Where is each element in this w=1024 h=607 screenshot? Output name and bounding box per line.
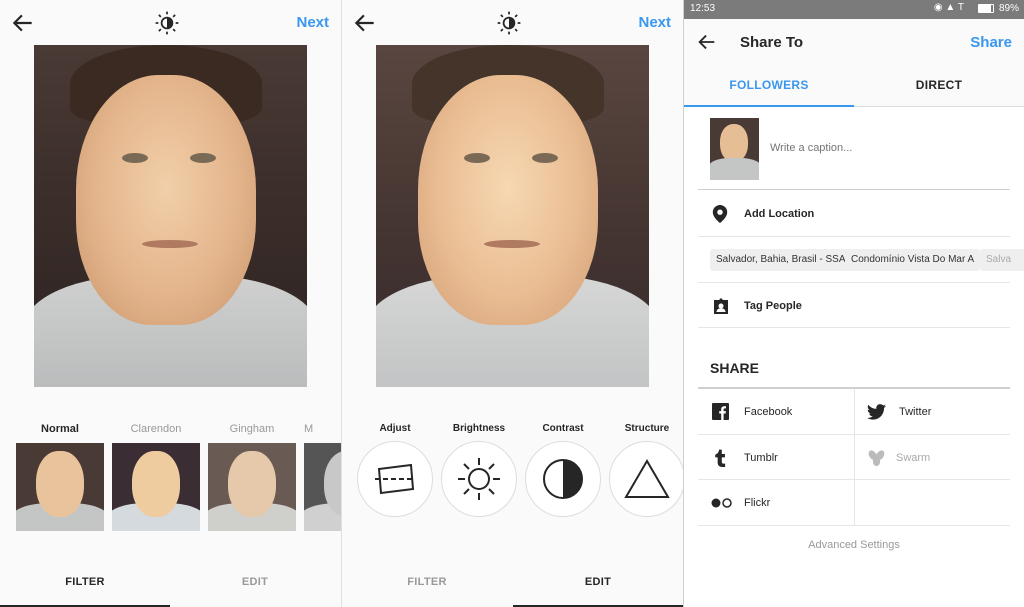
filter-thumbnail[interactable] <box>208 443 296 531</box>
filter-label: Gingham <box>229 423 275 435</box>
divider <box>698 434 1010 435</box>
tab-filter[interactable]: FILTER <box>0 576 170 588</box>
location-chip[interactable]: Salvador, Bahia, Brasil - SSA <box>710 249 852 271</box>
tab-direct[interactable]: DIRECT <box>854 78 1024 92</box>
tool-adjust[interactable]: Adjust <box>356 423 434 517</box>
bottom-tab-bar: FILTER EDIT <box>342 562 683 607</box>
divider <box>698 236 1010 237</box>
next-button[interactable]: Next <box>638 14 671 31</box>
edit-screen: Next Adjust Brightness Contrast Structur… <box>341 0 683 607</box>
divider <box>698 189 1010 190</box>
adjust-icon[interactable] <box>357 441 433 517</box>
status-bar: 12:53 ◉ ▲ T 89% <box>684 0 1024 19</box>
tool-label: Contrast <box>542 423 584 434</box>
facebook-icon <box>712 403 729 420</box>
divider <box>698 327 1010 328</box>
tag-person-icon <box>714 298 728 314</box>
page-title: Share To <box>740 34 804 51</box>
filter-screen: Next Normal Clarendon Gingham M FILTER E… <box>0 0 341 607</box>
photo-preview <box>376 45 649 387</box>
divider <box>698 525 1010 526</box>
add-location-button[interactable]: Add Location <box>744 208 814 220</box>
battery-icon <box>978 4 994 13</box>
divider <box>698 282 1010 283</box>
share-screen: 12:53 ◉ ▲ T 89% Share To Share FOLLOWERS… <box>683 0 1024 607</box>
active-tab-indicator <box>684 105 854 107</box>
tumblr-icon <box>715 449 726 467</box>
brightness-icon[interactable] <box>441 441 517 517</box>
post-thumbnail <box>710 118 759 180</box>
share-target-label: Flickr <box>744 497 771 509</box>
top-bar: Next <box>0 0 341 45</box>
filter-clarendon[interactable]: Clarendon <box>112 423 200 531</box>
tab-followers[interactable]: FOLLOWERS <box>684 78 854 92</box>
filter-normal[interactable]: Normal <box>16 423 104 531</box>
tool-label: Brightness <box>452 423 506 434</box>
tab-edit[interactable]: EDIT <box>513 576 683 588</box>
tool-brightness[interactable]: Brightness <box>440 423 518 517</box>
tool-contrast[interactable]: Contrast <box>524 423 602 517</box>
filter-label: M <box>304 423 314 435</box>
share-button[interactable]: Share <box>970 34 1012 51</box>
share-target-label: Tumblr <box>744 452 778 464</box>
back-arrow-icon[interactable] <box>10 10 36 36</box>
photo-preview <box>34 45 307 387</box>
lux-sun-icon[interactable] <box>496 10 522 36</box>
caption-input[interactable] <box>770 142 970 154</box>
filter-partial[interactable]: M <box>304 423 341 531</box>
advanced-settings-link[interactable]: Advanced Settings <box>684 539 1024 551</box>
share-target-label: Swarm <box>896 452 931 464</box>
battery-level: 89% <box>998 3 1019 14</box>
location-pin-icon <box>712 205 728 223</box>
status-time: 12:53 <box>690 3 716 14</box>
twitter-icon <box>867 404 886 420</box>
share-section-heading: SHARE <box>710 360 760 376</box>
filter-label: Normal <box>41 423 79 435</box>
filter-thumbnail[interactable] <box>16 443 104 531</box>
back-arrow-icon[interactable] <box>696 31 718 53</box>
tag-people-button[interactable]: Tag People <box>744 300 802 312</box>
lux-sun-icon[interactable] <box>154 10 180 36</box>
tool-label: Structure <box>624 423 670 434</box>
structure-icon[interactable] <box>609 441 683 517</box>
filter-thumbnail[interactable] <box>112 443 200 531</box>
signal-icons: ◉ ▲ T <box>933 2 964 13</box>
filter-strip: Normal Clarendon Gingham M <box>0 387 341 562</box>
contrast-icon[interactable] <box>525 441 601 517</box>
tool-strip: Adjust Brightness Contrast Structure <box>342 387 683 562</box>
share-grid-divider <box>854 389 855 525</box>
header: Share To Share <box>684 19 1024 65</box>
filter-gingham[interactable]: Gingham <box>208 423 296 531</box>
tab-filter[interactable]: FILTER <box>342 576 512 588</box>
flickr-icon <box>711 498 732 508</box>
tool-structure[interactable]: Structure <box>608 423 683 517</box>
location-chip[interactable]: Salva <box>980 249 1024 271</box>
tab-edit[interactable]: EDIT <box>170 576 340 588</box>
bottom-tab-bar: FILTER EDIT <box>0 562 341 607</box>
share-target-label: Twitter <box>899 406 932 418</box>
back-arrow-icon[interactable] <box>352 10 378 36</box>
filter-thumbnail[interactable] <box>304 443 341 531</box>
swarm-icon <box>868 450 885 467</box>
share-target-label: Facebook <box>744 406 793 418</box>
tool-label: Adjust <box>379 423 411 434</box>
next-button[interactable]: Next <box>296 14 329 31</box>
location-chip[interactable]: Condomínio Vista Do Mar A <box>845 249 981 271</box>
filter-label: Clarendon <box>130 423 182 435</box>
top-bar: Next <box>342 0 683 45</box>
divider <box>698 479 1010 480</box>
audience-tabs: FOLLOWERS DIRECT <box>684 65 1024 107</box>
